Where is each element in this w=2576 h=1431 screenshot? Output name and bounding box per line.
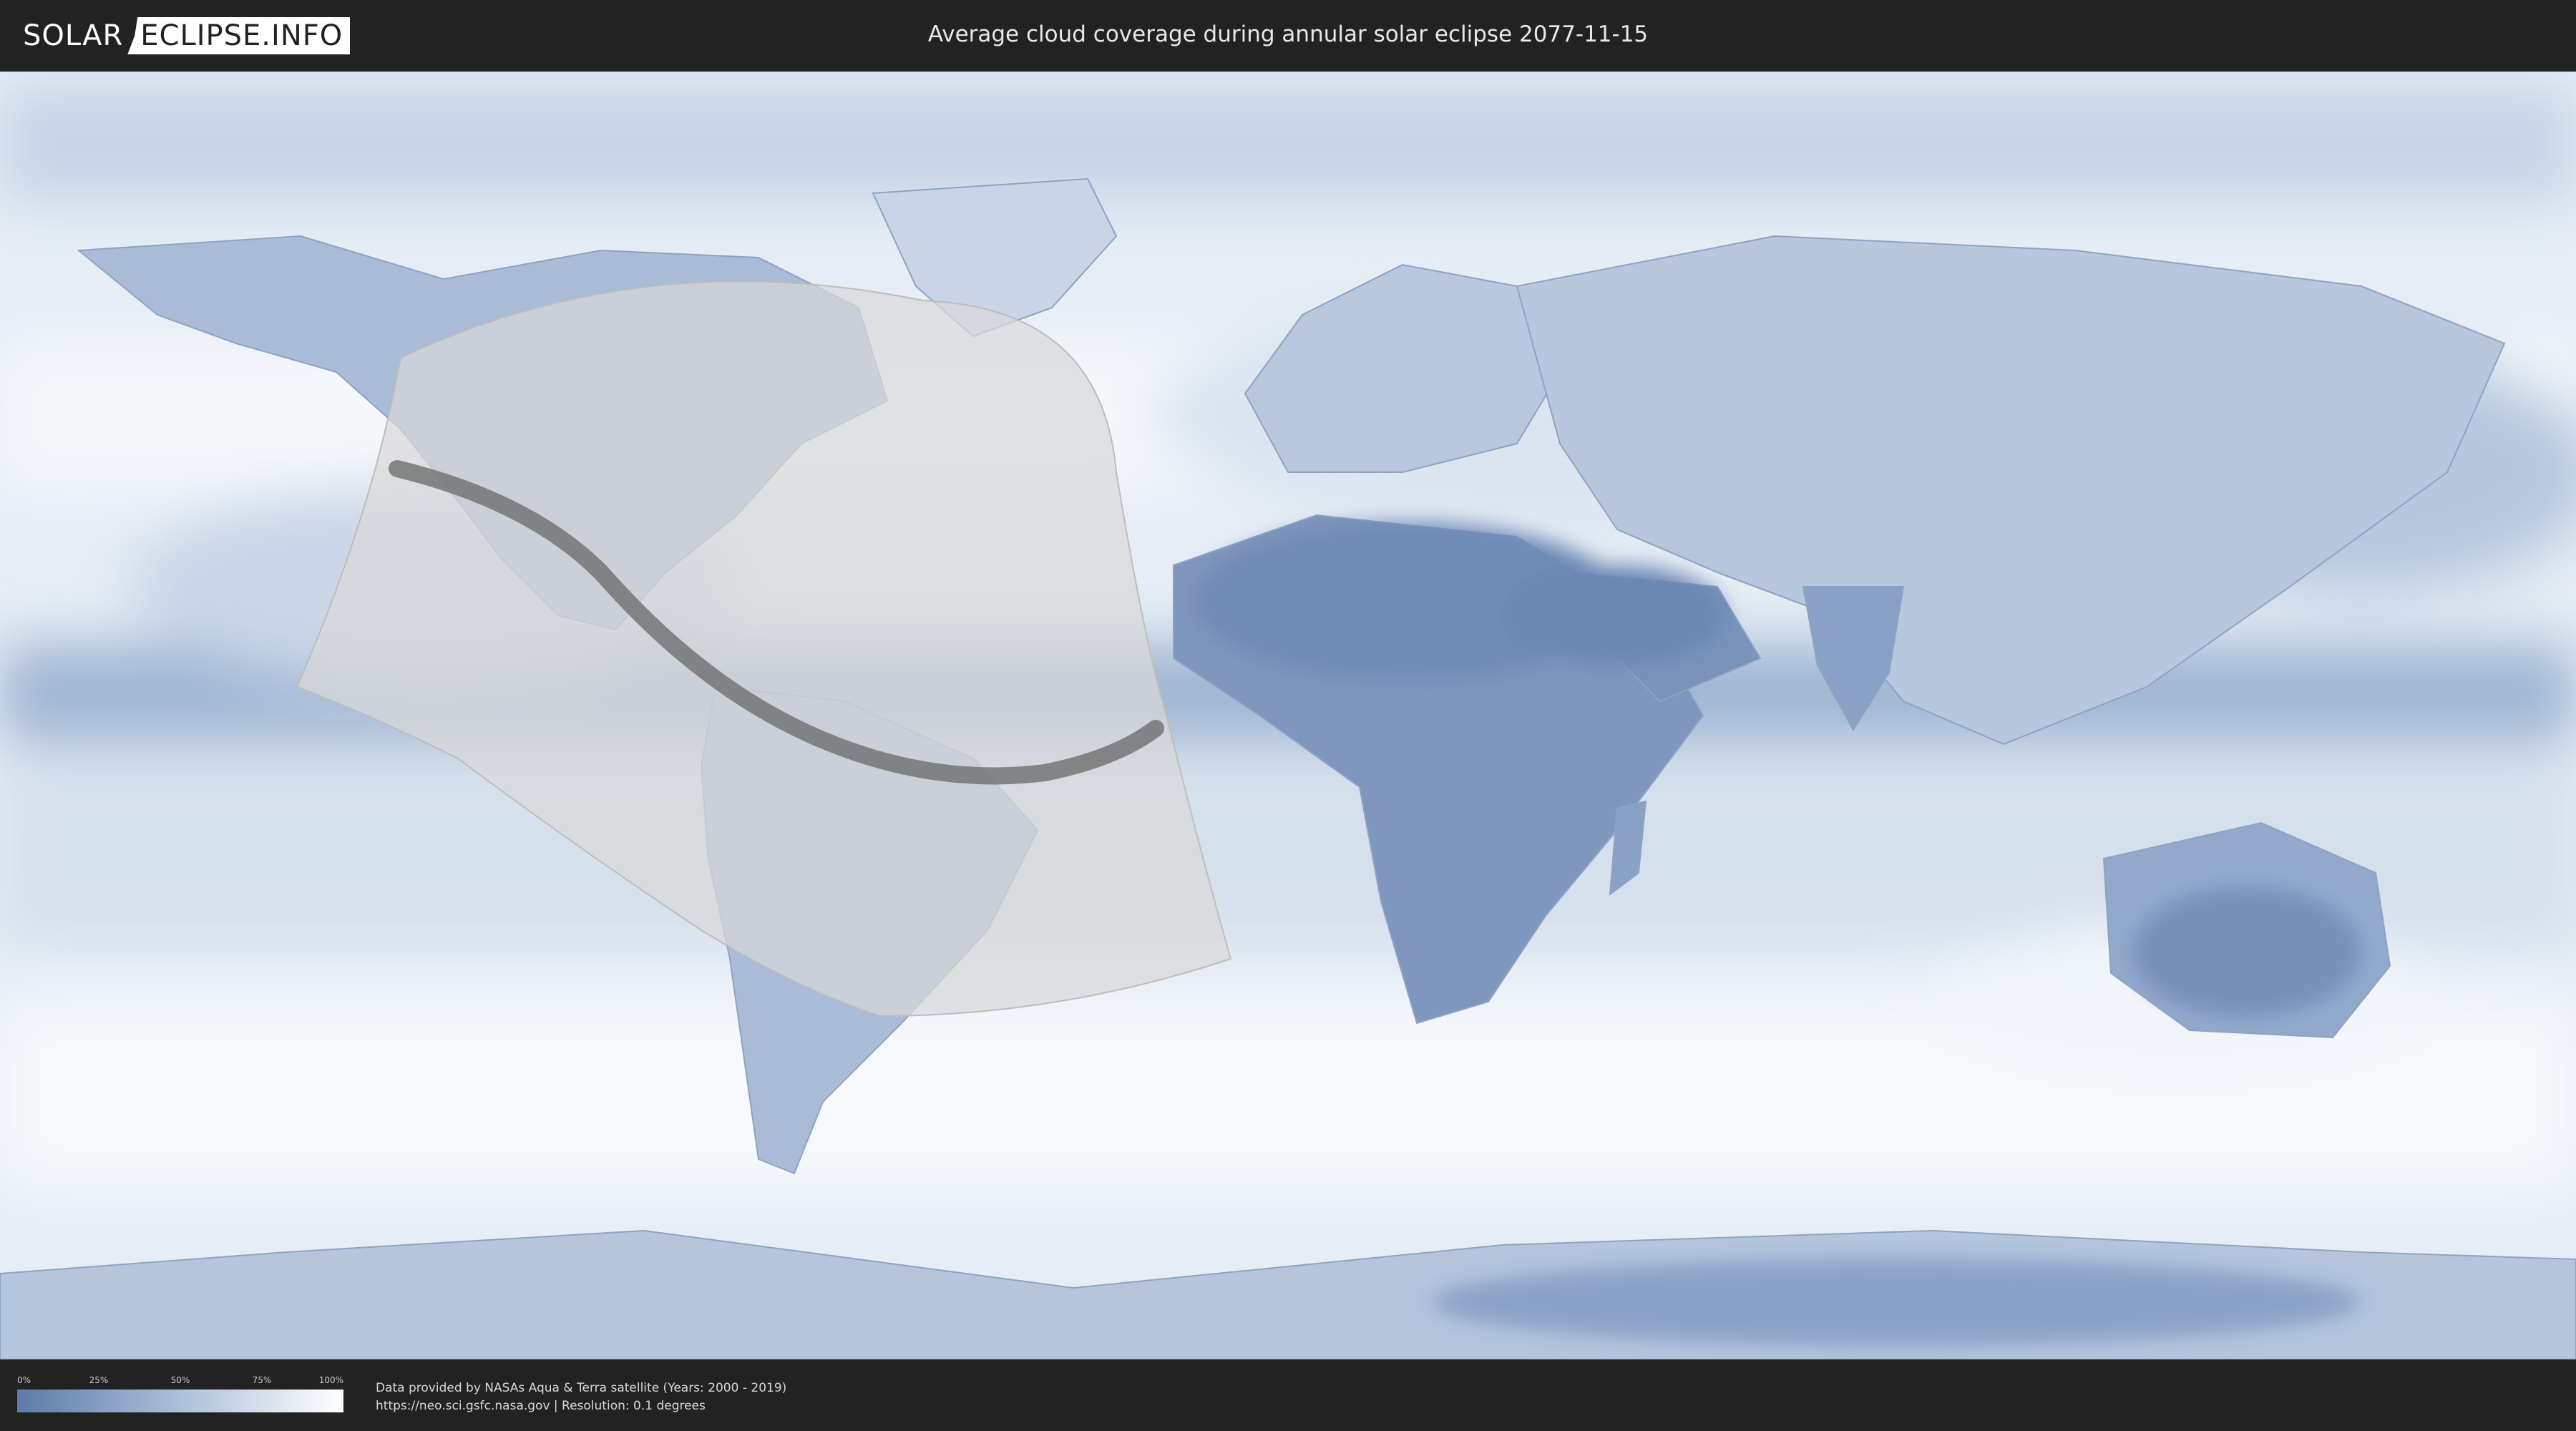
credits-line-1: Data provided by NASAs Aqua & Terra sate… [376,1381,787,1395]
cloud-coverage-legend: 0% 25% 50% 75% 100% [17,1375,343,1412]
legend-ticks: 0% 25% 50% 75% 100% [17,1375,343,1390]
legend-tick: 100% [318,1375,343,1385]
legend-tick: 50% [170,1375,190,1385]
legend-tick: 0% [17,1375,31,1385]
legend-color-bar [17,1390,343,1412]
world-map [0,72,2576,1359]
footer: 0% 25% 50% 75% 100% Data provided by NAS… [0,1359,2576,1431]
credits-line-2: https://neo.sci.gsfc.nasa.gov | Resoluti… [376,1399,706,1413]
page-title: Average cloud coverage during annular so… [927,21,1649,47]
header: SOLAR ECLIPSE.INFO Average cloud coverag… [0,0,2576,72]
legend-tick: 25% [89,1375,109,1385]
cloud-coverage-map [0,72,2576,1359]
data-credits: Data provided by NASAs Aqua & Terra sate… [376,1379,786,1415]
legend-tick: 75% [252,1375,272,1385]
